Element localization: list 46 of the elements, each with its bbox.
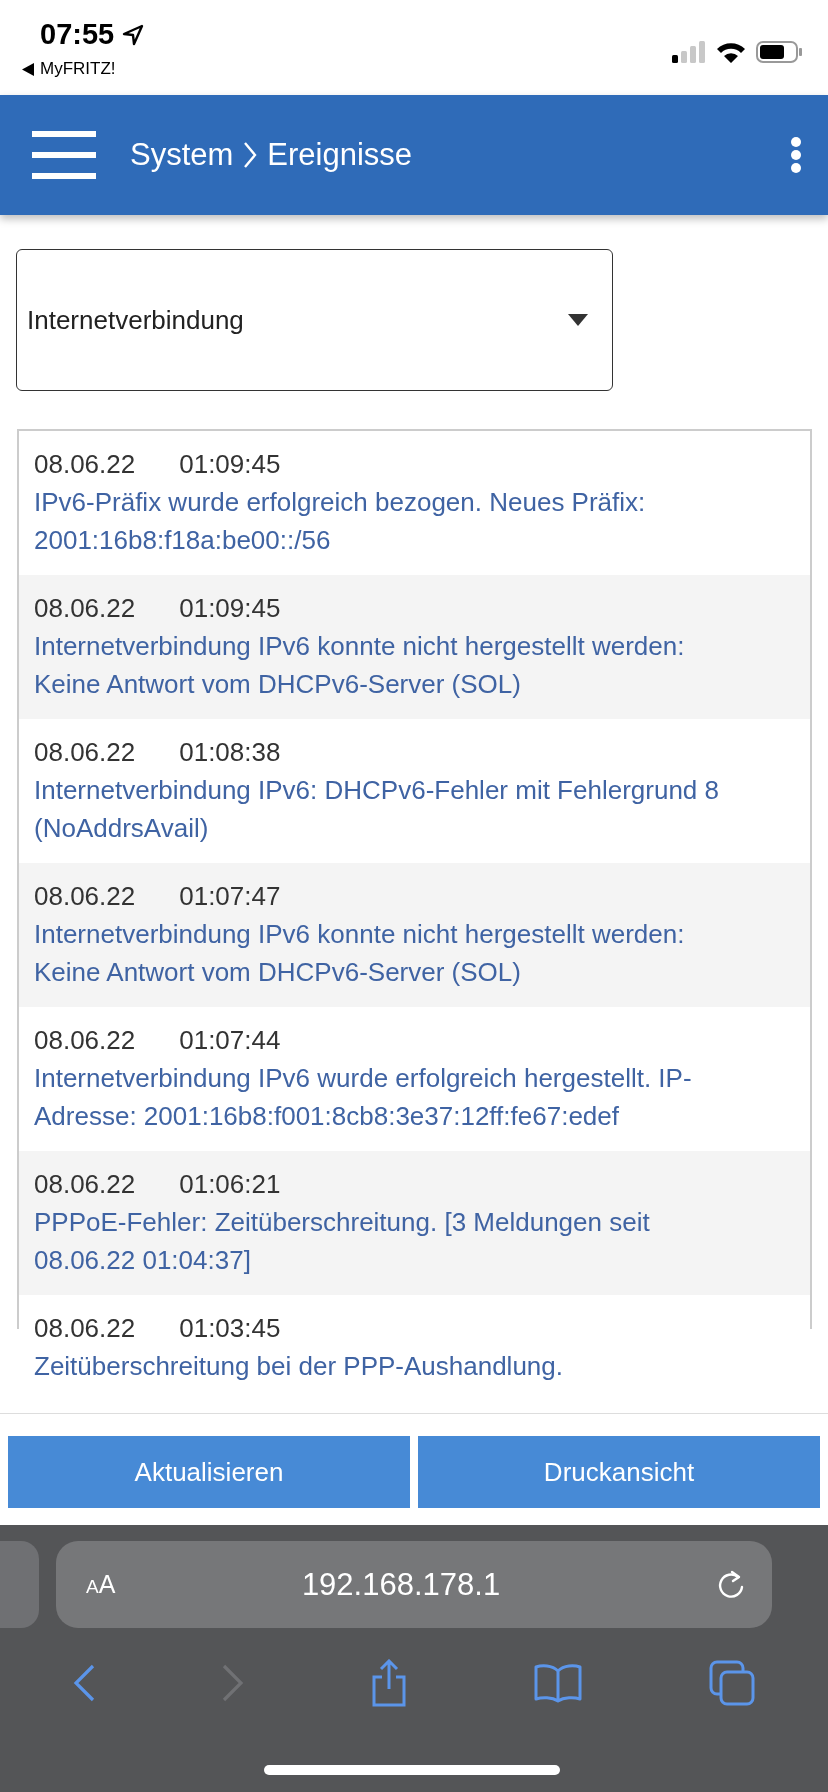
tab-preview[interactable] xyxy=(0,1541,39,1628)
forward-chevron-icon[interactable] xyxy=(221,1664,244,1702)
event-time: 01:07:47 xyxy=(179,880,281,913)
event-message: Internetverbindung IPv6 konnte nicht hergestellt werden: Keine Antwort vom DHCPv6-Server (SOL) xyxy=(34,630,686,701)
breadcrumb-item: Ereignisse xyxy=(267,137,413,173)
event-time: 01:03:45 xyxy=(179,1312,281,1345)
event-date: 08.06.22 xyxy=(34,448,136,481)
event-date: 08.06.22 xyxy=(34,1168,136,1201)
signal-icon xyxy=(672,41,706,63)
event-date: 08.06.22 xyxy=(34,1312,136,1345)
event-date: 08.06.22 xyxy=(34,592,136,625)
back-triangle-icon[interactable] xyxy=(22,62,34,76)
event-message: IPv6-Präfix wurde erfolgreich bezogen. Neues Präfix: 2001:16b8:f18a:be00::/56 xyxy=(34,486,647,557)
wifi-icon xyxy=(716,41,746,63)
back-to-app-link[interactable]: MyFRITZ! xyxy=(40,59,116,79)
tabs-icon[interactable] xyxy=(708,1660,755,1706)
action-button[interactable]: Druckansicht xyxy=(418,1436,820,1508)
event-date: 08.06.22 xyxy=(34,880,136,913)
event-time: 01:09:45 xyxy=(179,448,281,481)
more-options-icon[interactable] xyxy=(790,137,802,173)
back-chevron-icon[interactable] xyxy=(73,1664,96,1702)
dropdown-caret-icon xyxy=(568,314,588,326)
event-time: 01:06:21 xyxy=(179,1168,281,1201)
event-time: 01:08:38 xyxy=(179,736,281,769)
text-size-button[interactable]: AA xyxy=(86,1570,206,1599)
event-message: Internetverbindung IPv6: DHCPv6-Fehler mit Fehlergrund 8 (NoAddrsAvail) xyxy=(34,774,720,845)
reload-icon[interactable] xyxy=(716,1568,746,1601)
battery-icon xyxy=(756,41,802,63)
event-time: 01:07:44 xyxy=(179,1024,281,1057)
event-date: 08.06.22 xyxy=(34,1024,136,1057)
address-bar[interactable]: AA 192.168.178.1 xyxy=(56,1541,772,1628)
event-date: 08.06.22 xyxy=(34,736,136,769)
menu-icon[interactable] xyxy=(32,131,96,179)
chevron-right-icon xyxy=(243,141,258,169)
breadcrumb-item[interactable]: System xyxy=(130,137,234,173)
action-button[interactable]: Aktualisieren xyxy=(8,1436,410,1508)
clock-time: 07:55 xyxy=(40,18,115,51)
event-message: Internetverbindung IPv6 konnte nicht hergestellt werden: Keine Antwort vom DHCPv6-Server (SOL) xyxy=(34,918,686,989)
event-filter-dropdown[interactable]: Internetverbindung xyxy=(16,249,613,391)
event-message: PPPoE-Fehler: Zeitüberschreitung. [3 Meldungen seit 08.06.22 01:04:37] xyxy=(34,1206,651,1277)
book-icon[interactable] xyxy=(534,1663,583,1703)
event-message: Zeitüberschreitung bei der PPP-Aushandlung. xyxy=(34,1350,564,1383)
url-text: 192.168.178.1 xyxy=(300,1566,502,1603)
event-message: Internetverbindung IPv6 wurde erfolgreich hergestellt. IP-Adresse: 2001:16b8:f001:8cb8:3e37:12ff:fe67:edef xyxy=(34,1062,693,1133)
location-arrow-icon xyxy=(122,23,145,46)
event-time: 01:09:45 xyxy=(179,592,281,625)
